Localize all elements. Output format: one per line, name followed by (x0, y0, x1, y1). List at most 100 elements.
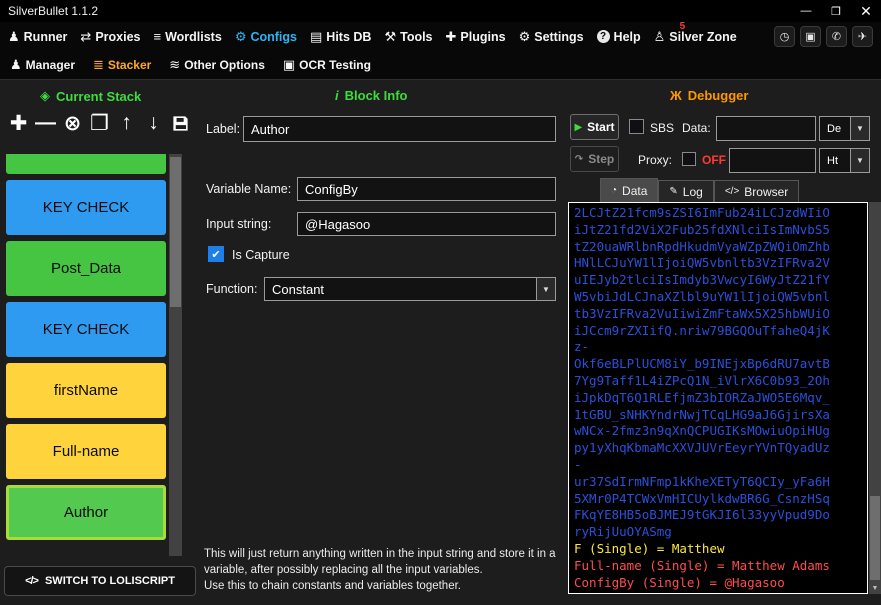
app-window: SilverBullet 1.1.2 — ❐ ✕ ♟ Runner ⇄ Proxie… (0, 0, 881, 605)
label-input[interactable] (243, 116, 556, 142)
window-title: SilverBullet 1.1.2 (8, 4, 99, 18)
step-button[interactable]: ↷ Step (570, 146, 619, 172)
stack-block-keycheck-1[interactable]: KEY CHECK (6, 180, 166, 235)
screenshot-button[interactable]: ▣ (800, 26, 821, 47)
duplicate-block-button[interactable]: ❐ (86, 106, 113, 140)
main-nav: ♟ Runner ⇄ Proxies ≡ Wordlists ⚙ Configs ▤ Hi… (0, 21, 881, 51)
debug-output[interactable]: 2LCJtZ21fcm9sZSI6ImFub24iLCJzdWIiO iJtZ2… (568, 202, 868, 594)
sbs-label: SBS (650, 121, 675, 135)
nav-wordlists[interactable]: ≡ Wordlists (153, 29, 221, 44)
nav-help-label: Help (613, 29, 641, 44)
maximize-button[interactable]: ❐ (821, 0, 851, 22)
switch-to-loliscript-button[interactable]: </> SWITCH TO LOLISCRIPT (4, 566, 196, 596)
stack-block-firstname[interactable]: firstName (6, 363, 166, 418)
function-value: Constant (272, 281, 325, 297)
tools-icon: ⚒ (384, 28, 397, 44)
tab-data[interactable]: ◔ Data (600, 178, 659, 202)
tab-log-label: Log (682, 184, 703, 199)
clear-stack-button[interactable]: ⊗ (59, 106, 86, 140)
tab-stacker[interactable]: ≣ Stacker (93, 57, 151, 73)
tab-manager-label: Manager (25, 58, 76, 72)
debugger-header: Ж Debugger (670, 88, 748, 103)
proxy-checkbox[interactable] (682, 152, 696, 166)
debug-output-scrollbar[interactable]: ▼ (869, 202, 881, 594)
proxy-off-status: OFF (702, 153, 726, 167)
nav-silver-zone[interactable]: 5 ♙ Silver Zone (654, 21, 737, 45)
nav-runner[interactable]: ♟ Runner (8, 29, 67, 45)
plus-icon: ✚ (9, 111, 28, 135)
copy-icon: ❐ (90, 111, 109, 135)
log-line: 2LCJtZ21fcm9sZSI6ImFub24iLCJzdWIiO (574, 205, 830, 220)
nav-tools[interactable]: ⚒ Tools (384, 29, 432, 45)
save-config-button[interactable] (167, 106, 194, 140)
chevron-down-icon[interactable]: ▼ (850, 117, 869, 140)
add-block-button[interactable]: ✚ (5, 106, 32, 140)
proxy-input[interactable] (729, 148, 816, 173)
plugins-icon: ✚ (445, 28, 457, 44)
debug-output-scrollbar-thumb[interactable] (870, 496, 880, 580)
nav-configs-label: Configs (250, 29, 297, 44)
nav-plugins[interactable]: ✚ Plugins (446, 29, 506, 45)
scroll-down-arrow-icon[interactable]: ▼ (869, 582, 881, 594)
nav-settings-label: Settings (534, 29, 584, 44)
tab-other-options[interactable]: ≋ Other Options (169, 57, 265, 73)
nav-proxies[interactable]: ⇄ Proxies (80, 29, 140, 45)
discord-button[interactable]: ✆ (826, 26, 847, 47)
titlebar: SilverBullet 1.1.2 — ❐ ✕ (0, 0, 881, 22)
proxies-icon: ⇄ (80, 28, 92, 44)
sbs-checkbox[interactable] (629, 119, 644, 134)
stack-scrollbar[interactable] (169, 154, 182, 556)
settings-icon: ⚙ (518, 28, 531, 44)
variable-name-input[interactable] (297, 177, 556, 201)
minimize-button[interactable]: — (791, 0, 821, 22)
stack-block-postdata[interactable]: Post_Data (6, 241, 166, 296)
block-label: Full-name (52, 443, 120, 460)
nav-settings[interactable]: ⚙ Settings (519, 29, 584, 45)
proxy-type-dropdown[interactable]: Ht ▼ (819, 148, 870, 173)
stack-block-keycheck-2[interactable]: KEY CHECK (6, 302, 166, 357)
data-input[interactable] (716, 116, 816, 141)
log-line: 1tGBU_sNHKYndrNwjTCqLHG9aJ6GjirsXa (574, 406, 830, 422)
input-string-input[interactable] (297, 212, 556, 236)
history-button[interactable]: ◷ (774, 26, 795, 47)
bug-icon: Ж (670, 88, 682, 103)
chevron-down-icon[interactable]: ▼ (850, 149, 869, 172)
block-label: Post_Data (50, 260, 122, 277)
is-capture-checkbox[interactable]: ✔ (208, 246, 224, 262)
log-line: Full-name (Single) = Matthew Adams (574, 557, 830, 573)
nav-wordlists-label: Wordlists (165, 29, 222, 44)
close-button[interactable]: ✕ (851, 0, 881, 22)
nav-hits-db[interactable]: ▤ Hits DB (310, 29, 371, 45)
info-icon: i (335, 88, 339, 103)
tab-browser[interactable]: </> Browser (713, 180, 800, 202)
tab-manager[interactable]: ♟ Manager (10, 57, 75, 73)
remove-block-button[interactable]: — (32, 106, 59, 140)
start-button[interactable]: ▶ Start (570, 114, 619, 140)
is-capture-label: Is Capture (232, 248, 290, 262)
nav-configs[interactable]: ⚙ Configs (235, 29, 297, 45)
tab-ocr-testing[interactable]: ▣ OCR Testing (283, 57, 371, 73)
nav-help[interactable]: ? Help (596, 29, 641, 44)
log-line: HNlLCJuYW1lIjoiQW5vbnltb3VzIFRva2V (574, 255, 830, 271)
move-down-button[interactable]: ↓ (140, 106, 167, 140)
stack-scrollbar-thumb[interactable] (170, 157, 181, 307)
data-tab-icon: ◔ (611, 185, 618, 196)
current-stack-title: Current Stack (56, 88, 142, 104)
move-up-button[interactable]: ↑ (113, 106, 140, 140)
chevron-down-icon[interactable]: ▼ (536, 278, 555, 300)
wordlist-type-value: De (827, 122, 842, 135)
manager-icon: ♟ (10, 57, 22, 72)
stack-block-author-selected[interactable]: Author (6, 485, 166, 540)
stack-block-fullname[interactable]: Full-name (6, 424, 166, 479)
function-dropdown[interactable]: Constant ▼ (264, 277, 556, 301)
log-line: 5XMr0P4TCWxVmHICUylkdwBR6G_CsnzHSq (574, 490, 830, 506)
stack-block[interactable] (6, 154, 166, 174)
tab-log[interactable]: ✎ Log (658, 180, 714, 202)
data-label: Data: (682, 121, 711, 135)
telegram-button[interactable]: ✈ (852, 26, 873, 47)
wordlist-type-dropdown[interactable]: De ▼ (819, 116, 870, 141)
debugger-title: Debugger (687, 88, 749, 103)
step-button-label: Step (588, 152, 615, 166)
step-icon: ↷ (574, 153, 584, 165)
window-controls: — ❐ ✕ (791, 0, 881, 22)
